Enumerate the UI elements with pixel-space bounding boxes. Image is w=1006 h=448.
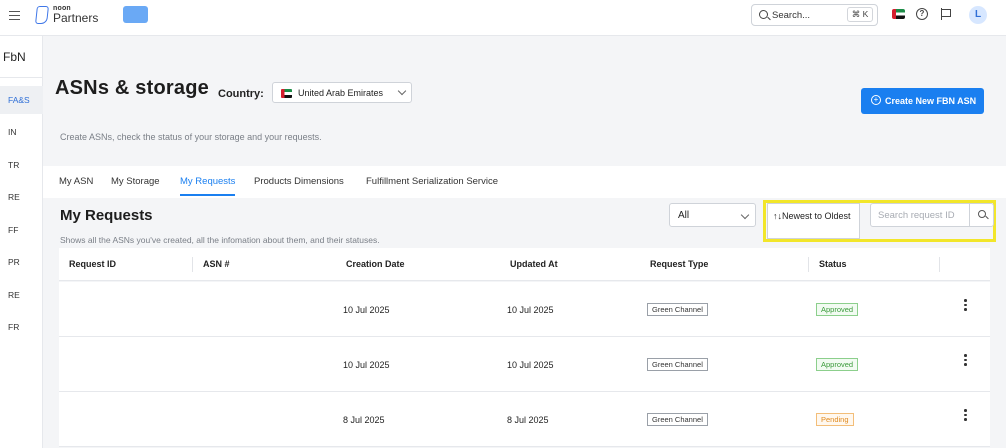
tab-fulfillment-serialization-service[interactable]: Fulfillment Serialization Service [366,176,498,187]
sidebar: FbN FA&S IN TR RE FF PR RE FR [0,36,43,448]
column-request-id[interactable]: Request ID [69,259,116,269]
country-select-value: United Arab Emirates [298,88,384,98]
request-search-input[interactable]: Search request ID [870,203,994,227]
active-tab-indicator [180,194,235,196]
sidebar-item-re[interactable]: RE [0,183,43,211]
search-icon [759,10,768,19]
row-actions-icon[interactable] [964,299,967,311]
search-icon [978,210,986,218]
creation-date-cell: 10 Jul 2025 [343,360,390,370]
updated-at-cell: 8 Jul 2025 [507,415,549,425]
report-flag-icon[interactable] [940,8,951,20]
updated-at-cell: 10 Jul 2025 [507,305,554,315]
tab-my-requests[interactable]: My Requests [180,176,235,187]
creation-date-cell: 8 Jul 2025 [343,415,385,425]
user-avatar[interactable]: L [969,6,987,24]
sidebar-item-ff[interactable]: FF [0,216,43,244]
status-badge: Pending [816,413,854,426]
table-row[interactable]: 10 Jul 2025 10 Jul 2025 Green Channel Ap… [59,282,990,337]
tab-my-storage[interactable]: My Storage [111,176,160,187]
chevron-down-icon [740,210,750,220]
request-search-button[interactable] [969,204,994,226]
sort-select-label: ↑↓Newest to Oldest [773,211,851,221]
column-separator [939,257,940,272]
sidebar-item-in[interactable]: IN [0,118,43,146]
tab-my-asn[interactable]: My ASN [59,176,93,187]
tab-products-dimensions[interactable]: Products Dimensions [254,176,344,187]
column-asn[interactable]: ASN # [203,259,230,269]
creation-date-cell: 10 Jul 2025 [343,305,390,315]
column-status[interactable]: Status [819,259,847,269]
environment-pill[interactable] [123,6,148,23]
sidebar-item-fr[interactable]: FR [0,313,43,341]
requests-title: My Requests [60,207,153,224]
chevron-down-icon [397,86,407,96]
request-search-placeholder: Search request ID [878,210,955,221]
global-search-placeholder: Search... [772,10,811,21]
column-creation-date[interactable]: Creation Date [346,259,405,269]
sort-select[interactable]: ↑↓Newest to Oldest [767,203,860,239]
request-type-chip: Green Channel [647,358,708,371]
column-request-type[interactable]: Request Type [650,259,708,269]
create-fbn-asn-label: Create New FBN ASN [885,96,977,106]
sidebar-item-tr[interactable]: TR [0,151,43,179]
country-select[interactable]: United Arab Emirates [272,82,412,103]
request-type-chip: Green Channel [647,303,708,316]
page-subtitle: Create ASNs, check the status of your st… [60,132,322,142]
requests-table-header: Request ID ASN # Creation Date Updated A… [59,248,990,281]
updated-at-cell: 10 Jul 2025 [507,360,554,370]
uae-flag-icon[interactable] [892,9,905,19]
noon-logo-icon [35,6,49,24]
sidebar-title: FbN [3,50,26,64]
sidebar-item-fas[interactable]: FA&S [0,86,43,114]
column-separator [808,257,809,272]
row-actions-icon[interactable] [964,409,967,421]
hamburger-menu-icon[interactable] [9,11,20,20]
row-actions-icon[interactable] [964,354,967,366]
status-badge: Approved [816,303,859,316]
request-type-chip: Green Channel [647,413,708,426]
sidebar-item-re-2[interactable]: RE [0,281,43,309]
column-updated-at[interactable]: Updated At [510,259,558,269]
logo-partners-text[interactable]: Partners [53,11,98,25]
status-filter-select[interactable]: All [669,203,756,227]
global-search-input[interactable]: Search... ⌘ K [751,4,878,26]
table-row[interactable]: 8 Jul 2025 8 Jul 2025 Green Channel Pend… [59,392,990,447]
column-separator [192,257,193,272]
create-fbn-asn-button[interactable]: + Create New FBN ASN [861,88,984,114]
top-bar: noon Partners Search... ⌘ K ? L [0,0,1006,36]
requests-subtitle: Shows all the ASNs you've created, all t… [60,235,380,245]
uae-flag-icon [281,89,292,98]
status-filter-value: All [678,210,690,221]
sidebar-item-pr[interactable]: PR [0,248,43,276]
search-shortcut-badge: ⌘ K [847,7,873,22]
sidebar-divider [0,77,43,78]
country-label: Country: [218,88,264,100]
plus-circle-icon: + [871,95,881,105]
page-title: ASNs & storage [55,77,209,99]
table-row[interactable]: 10 Jul 2025 10 Jul 2025 Green Channel Ap… [59,337,990,392]
help-icon[interactable]: ? [916,8,928,20]
status-badge: Approved [816,358,859,371]
